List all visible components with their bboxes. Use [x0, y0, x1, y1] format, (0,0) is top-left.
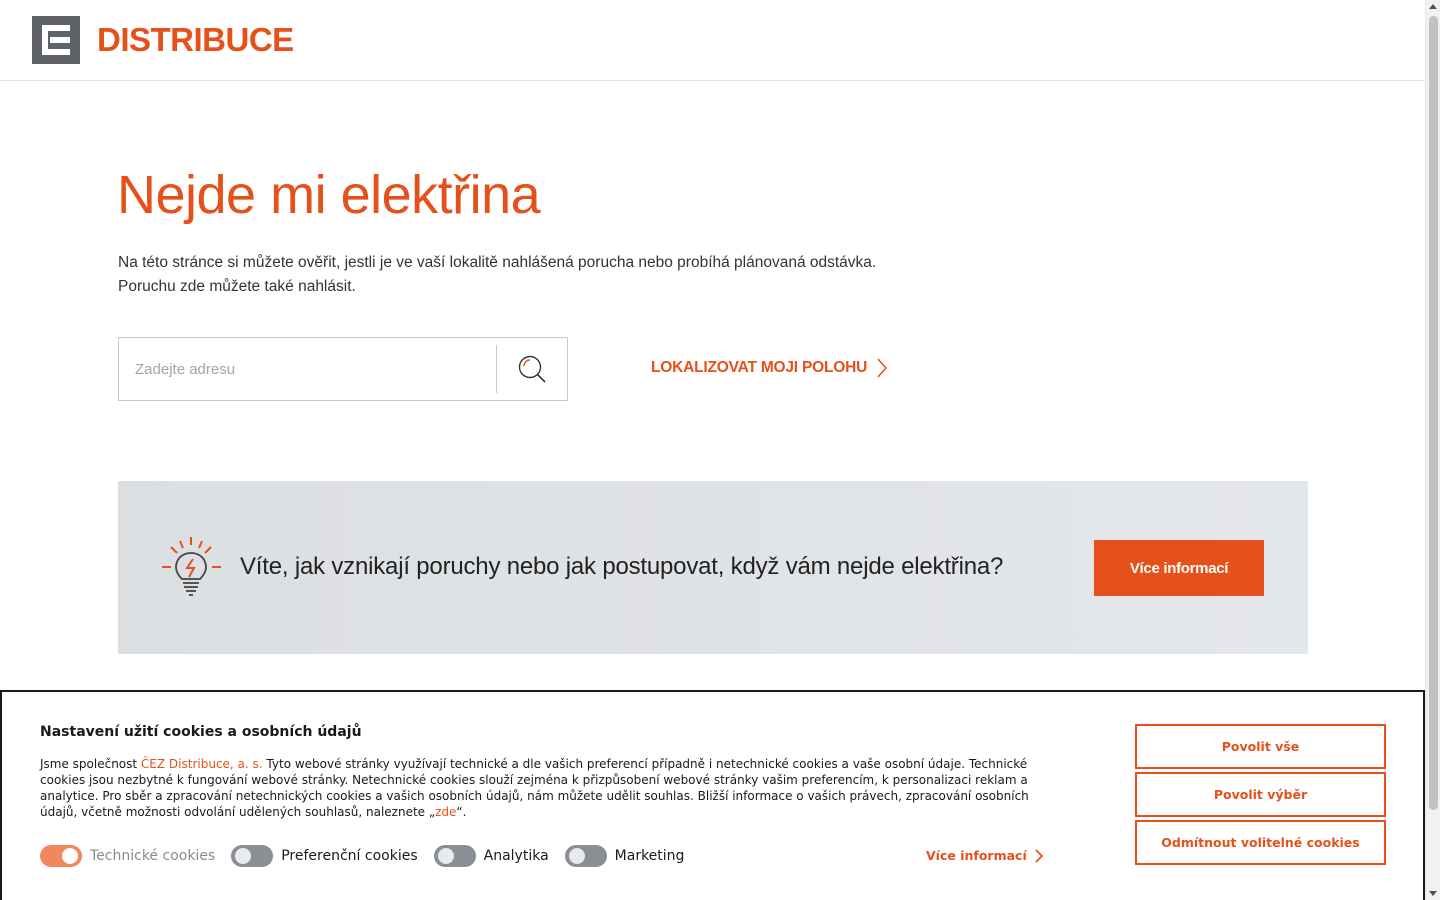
logo-text: DISTRIBUCE	[97, 21, 294, 58]
cookie-toggles: Technické cookies Preferenční cookies An…	[40, 845, 700, 867]
logo[interactable]: DISTRIBUCE	[32, 16, 294, 64]
cookie-description: Jsme společnost ČEZ Distribuce, a. s. Ty…	[40, 756, 1040, 820]
company-link[interactable]: ČEZ Distribuce, a. s.	[141, 757, 263, 771]
cookie-title: Nastavení užití cookies a osobních údajů	[40, 724, 362, 740]
privacy-here-link[interactable]: zde	[435, 805, 456, 819]
address-search	[118, 337, 568, 401]
scroll-down-icon[interactable]	[1429, 891, 1437, 896]
site-header: DISTRIBUCE	[0, 0, 1425, 81]
preference-cookies-switch[interactable]	[231, 845, 274, 867]
page-scrollbar[interactable]	[1425, 0, 1440, 900]
scroll-up-icon[interactable]	[1429, 4, 1437, 9]
scroll-thumb[interactable]	[1429, 16, 1438, 810]
toggle-technical-cookies: Technické cookies	[40, 845, 215, 867]
cookie-text-prefix: Jsme společnost	[40, 757, 141, 771]
lightbulb-icon	[162, 537, 222, 604]
toggle-label: Marketing	[614, 848, 685, 864]
locate-label: LOKALIZOVAT MOJI POLOHU	[651, 359, 868, 376]
cookie-consent-dialog: Nastavení užití cookies a osobních údajů…	[0, 690, 1425, 900]
chevron-right-icon	[1035, 848, 1043, 863]
technical-cookies-switch	[40, 845, 82, 867]
toggle-label: Technické cookies	[90, 848, 216, 864]
toggle-label: Analytika	[483, 848, 549, 864]
info-banner: Víte, jak vznikají poruchy nebo jak post…	[118, 481, 1308, 654]
chevron-right-icon	[877, 358, 888, 378]
search-icon	[518, 355, 546, 383]
intro-line-1: Na této stránce si můžete ověřit, jestli…	[118, 254, 877, 271]
cookie-more-info-link[interactable]: Více informací	[926, 848, 1043, 863]
toggle-preference-cookies[interactable]: Preferenční cookies	[231, 845, 418, 867]
toggle-label: Preferenční cookies	[281, 848, 418, 864]
reject-optional-button[interactable]: Odmítnout volitelné cookies	[1135, 820, 1386, 865]
toggle-analytics[interactable]: Analytika	[433, 845, 549, 867]
cookie-more-label: Více informací	[926, 848, 1027, 863]
marketing-switch[interactable]	[564, 845, 607, 867]
banner-text: Víte, jak vznikají poruchy nebo jak post…	[240, 553, 1004, 580]
allow-selection-button[interactable]: Povolit výběr	[1135, 772, 1386, 817]
intro-text: Na této stránce si můžete ověřit, jestli…	[118, 251, 876, 299]
locate-my-position-link[interactable]: LOKALIZOVAT MOJI POLOHU	[651, 358, 888, 378]
search-button[interactable]	[497, 338, 567, 400]
more-info-button[interactable]: Více informací	[1094, 540, 1264, 596]
analytics-switch[interactable]	[433, 845, 476, 867]
address-input[interactable]	[119, 338, 496, 400]
toggle-marketing[interactable]: Marketing	[564, 845, 685, 867]
allow-all-button[interactable]: Povolit vše	[1135, 724, 1386, 769]
cez-logo-icon	[32, 16, 80, 64]
intro-line-2: Poruchu zde můžete také nahlásit.	[118, 278, 356, 295]
page-title: Nejde mi elektřina	[117, 165, 541, 225]
cookie-text-suffix: “.	[456, 805, 467, 819]
